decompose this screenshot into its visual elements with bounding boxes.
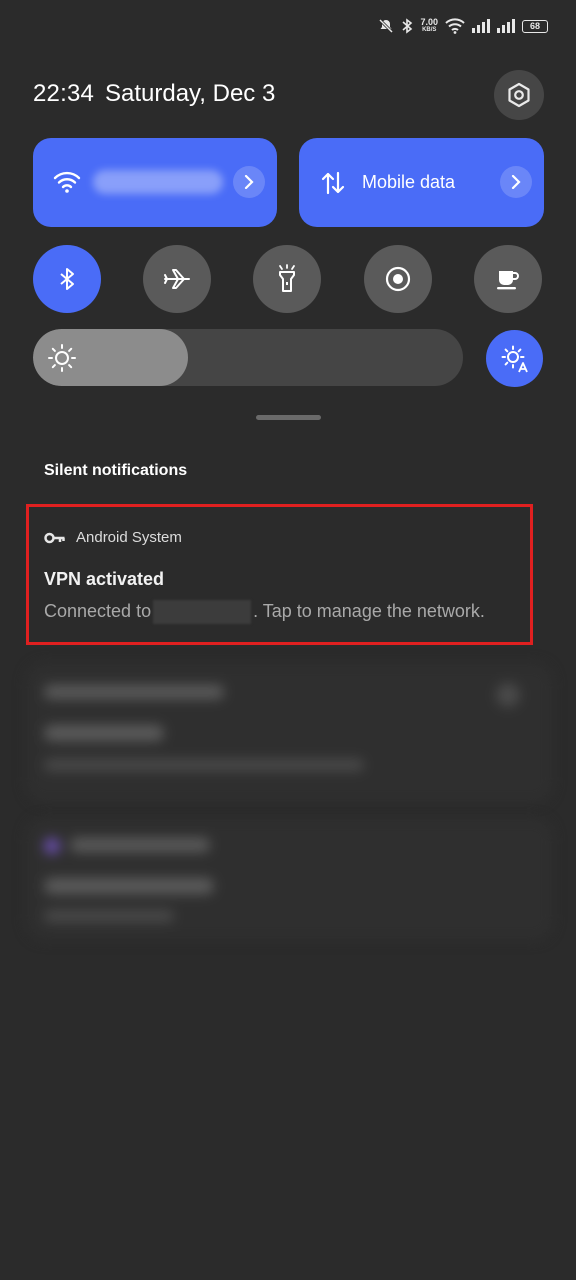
mobile-data-label: Mobile data: [362, 172, 456, 192]
date: Saturday, Dec 3: [105, 80, 276, 107]
mobile-data-details-button[interactable]: [500, 166, 532, 198]
wifi-icon: [53, 171, 81, 193]
bluetooth-icon: [60, 268, 74, 290]
battery-icon: 68: [522, 19, 548, 33]
blurred-notification-2[interactable]: [26, 818, 553, 940]
clock: 22:34: [33, 80, 95, 107]
wifi-details-button[interactable]: [233, 166, 265, 198]
flashlight-toggle[interactable]: [253, 245, 321, 313]
network-speed: 7.00 KB/S: [420, 18, 438, 34]
mute-icon: [379, 18, 394, 34]
record-icon: [385, 266, 411, 292]
drag-handle[interactable]: [256, 415, 321, 420]
mobile-data-tile[interactable]: Mobile data: [299, 138, 544, 227]
notification-app-header: Android System: [44, 529, 182, 546]
status-bar: 7.00 KB/S 68: [378, 18, 548, 34]
wifi-icon: [445, 18, 465, 34]
notification-body-prefix: Connected to: [44, 600, 152, 621]
notification-title: VPN activated: [44, 569, 165, 589]
battery-level: 68: [529, 21, 540, 31]
flashlight-icon: [279, 264, 295, 292]
notification-body: Connected to . Tap to manage the network.: [44, 600, 485, 624]
airplane-mode-toggle[interactable]: [143, 245, 211, 313]
gear-icon: [508, 82, 530, 108]
redacted-network-name: [153, 600, 252, 624]
bluetooth-toggle[interactable]: [33, 245, 101, 313]
brightness-slider[interactable]: [33, 329, 463, 386]
signal-icon: [472, 19, 490, 33]
auto-brightness-button[interactable]: [486, 330, 543, 387]
caffeine-toggle[interactable]: [474, 245, 542, 313]
key-icon: [44, 532, 65, 543]
bluetooth-icon: [402, 18, 413, 34]
chevron-right-icon: [244, 175, 254, 189]
notification-app-name: Android System: [76, 529, 182, 546]
mobile-data-icon: [321, 171, 345, 195]
chevron-right-icon: [511, 175, 521, 189]
airplane-icon: [164, 269, 190, 289]
wifi-network-name: [93, 170, 223, 194]
net-speed-value: 7.00: [420, 17, 438, 27]
coffee-cup-icon: [497, 271, 519, 290]
net-speed-unit: KB/S: [422, 27, 437, 33]
section-title: Silent notifications: [44, 462, 188, 479]
auto-brightness-icon: [501, 345, 528, 372]
wifi-tile[interactable]: [33, 138, 277, 227]
brightness-icon: [48, 344, 76, 372]
signal-icon-2: [497, 19, 515, 33]
blurred-notification[interactable]: [26, 663, 553, 803]
screen-record-toggle[interactable]: [364, 245, 432, 313]
notification-body-suffix: . Tap to manage the network.: [253, 600, 485, 621]
settings-button[interactable]: [494, 70, 544, 120]
